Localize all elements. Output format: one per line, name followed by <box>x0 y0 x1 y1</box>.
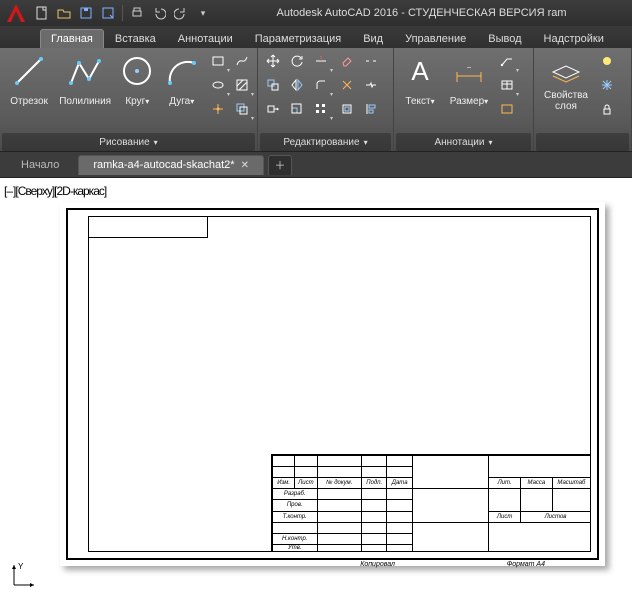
erase-icon[interactable] <box>336 50 358 72</box>
copy-icon[interactable] <box>262 74 284 96</box>
modify-tools-2 <box>336 50 358 120</box>
ribbon: Отрезок Полилиния Круг ▾ Дуга ▾ <box>0 48 632 152</box>
line-button[interactable]: Отрезок <box>4 50 54 114</box>
explode-icon[interactable] <box>336 74 358 96</box>
panel-layers: Свойства слоя <box>534 48 632 151</box>
ribbon-tab-strip: Главная Вставка Аннотации Параметризация… <box>0 26 632 48</box>
modify-tools-3 <box>360 50 382 120</box>
new-tab-button[interactable]: ＋ <box>268 155 292 175</box>
ribbon-tab-annotate[interactable]: Аннотации <box>167 29 244 48</box>
region-icon[interactable] <box>231 98 253 120</box>
title-bar: ▾ Autodesk AutoCAD 2016 - СТУДЕНЧЕСКАЯ В… <box>0 0 632 26</box>
rectangle-icon[interactable] <box>207 50 229 72</box>
break-icon[interactable] <box>360 50 382 72</box>
ribbon-tab-view[interactable]: Вид <box>352 29 394 48</box>
layer-on-icon[interactable] <box>596 50 618 72</box>
layer-label: Свойства слоя <box>538 90 594 112</box>
panel-draw-title[interactable]: Рисование▾ <box>2 133 255 151</box>
start-tab[interactable]: Начало <box>6 155 74 175</box>
panel-modify-title[interactable]: Редактирование▾ <box>260 133 391 151</box>
mleader-icon[interactable] <box>496 98 518 120</box>
ucs-icon: Y <box>10 561 38 589</box>
arc-label: Дуга ▾ <box>169 90 194 112</box>
panel-modify: Редактирование▾ <box>258 48 394 151</box>
autocad-logo-icon[interactable] <box>4 1 28 25</box>
binding-field <box>88 216 208 238</box>
stamp-format: Формат А4 <box>507 561 545 568</box>
layer-properties-button[interactable]: Свойства слоя <box>538 50 594 114</box>
svg-text:Y: Y <box>18 562 24 571</box>
qat-more-icon[interactable]: ▾ <box>193 3 213 23</box>
circle-label: Круг ▾ <box>125 90 149 112</box>
ribbon-tab-output[interactable]: Вывод <box>477 29 532 48</box>
rotate-icon[interactable] <box>286 50 308 72</box>
document-tab-strip: Начало ramka-a4-autocad-skachat2* ✕ ＋ <box>0 152 632 178</box>
spline-icon[interactable] <box>231 50 253 72</box>
outer-frame: Изм.Лист№ докум.Подп.Дата Лит.МассаМасшт… <box>66 208 599 560</box>
move-icon[interactable] <box>262 50 284 72</box>
offset-icon[interactable] <box>336 98 358 120</box>
align-icon[interactable] <box>360 98 382 120</box>
quick-access-toolbar: ▾ <box>32 3 213 23</box>
redo-icon[interactable] <box>171 3 191 23</box>
stretch-icon[interactable] <box>262 98 284 120</box>
viewport-controls[interactable]: [–][Сверху][2D-каркас] <box>4 184 106 198</box>
point-icon[interactable] <box>207 98 229 120</box>
line-label: Отрезок <box>10 90 48 112</box>
annot-tools <box>496 50 518 120</box>
ribbon-tab-addins[interactable]: Надстройки <box>533 29 615 48</box>
close-tab-icon[interactable]: ✕ <box>241 160 249 171</box>
title-block: Изм.Лист№ докум.Подп.Дата Лит.МассаМасшт… <box>271 454 591 552</box>
circle-button[interactable]: Круг ▾ <box>116 50 158 114</box>
new-icon[interactable] <box>32 3 52 23</box>
fillet-icon[interactable] <box>310 74 332 96</box>
arc-button[interactable]: Дуга ▾ <box>161 50 203 114</box>
join-icon[interactable] <box>360 74 382 96</box>
dimension-button[interactable]: ⎯ Размер ▾ <box>444 50 494 114</box>
window-title: Autodesk AutoCAD 2016 - СТУДЕНЧЕСКАЯ ВЕР… <box>215 7 628 19</box>
undo-icon[interactable] <box>149 3 169 23</box>
polyline-button[interactable]: Полилиния <box>56 50 114 114</box>
text-button[interactable]: A Текст ▾ <box>398 50 442 114</box>
drawing-sheet: Изм.Лист№ докум.Подп.Дата Лит.МассаМасшт… <box>60 202 605 566</box>
dimension-label: Размер ▾ <box>450 90 488 112</box>
inner-frame: Изм.Лист№ докум.Подп.Дата Лит.МассаМасшт… <box>88 216 591 552</box>
draw-small-tools <box>207 50 253 120</box>
modify-tools <box>262 50 332 120</box>
array-icon[interactable] <box>310 98 332 120</box>
mirror-icon[interactable] <box>286 74 308 96</box>
ribbon-tab-insert[interactable]: Вставка <box>104 29 167 48</box>
ribbon-tab-parametric[interactable]: Параметризация <box>244 29 352 48</box>
open-icon[interactable] <box>54 3 74 23</box>
trim-icon[interactable] <box>310 50 332 72</box>
ellipse-icon[interactable] <box>207 74 229 96</box>
scale-icon[interactable] <box>286 98 308 120</box>
file-tab-active[interactable]: ramka-a4-autocad-skachat2* ✕ <box>78 155 264 175</box>
layer-freeze-icon[interactable] <box>596 74 618 96</box>
stamp-copied: Копировал <box>360 561 395 568</box>
file-tab-label: ramka-a4-autocad-skachat2* <box>93 159 234 171</box>
panel-draw: Отрезок Полилиния Круг ▾ Дуга ▾ <box>0 48 258 151</box>
hatch-icon[interactable] <box>231 74 253 96</box>
ribbon-tab-home[interactable]: Главная <box>40 29 104 48</box>
polyline-label: Полилиния <box>59 90 111 112</box>
panel-layers-title[interactable] <box>536 133 629 151</box>
print-icon[interactable] <box>127 3 147 23</box>
table-icon[interactable] <box>496 74 518 96</box>
panel-annotation: A Текст ▾ ⎯ Размер ▾ Аннотации▾ <box>394 48 534 151</box>
layer-lock-icon[interactable] <box>596 98 618 120</box>
save-icon[interactable] <box>76 3 96 23</box>
layer-small <box>596 50 618 120</box>
svg-text:A: A <box>411 56 429 86</box>
drawing-viewport[interactable]: [–][Сверху][2D-каркас] Y <box>0 178 632 595</box>
panel-annot-title[interactable]: Аннотации▾ <box>396 133 531 151</box>
ribbon-tab-manage[interactable]: Управление <box>394 29 477 48</box>
leader-icon[interactable] <box>496 50 518 72</box>
svg-text:⎯: ⎯ <box>467 63 471 72</box>
saveas-icon[interactable] <box>98 3 118 23</box>
text-label: Текст ▾ <box>405 90 434 112</box>
